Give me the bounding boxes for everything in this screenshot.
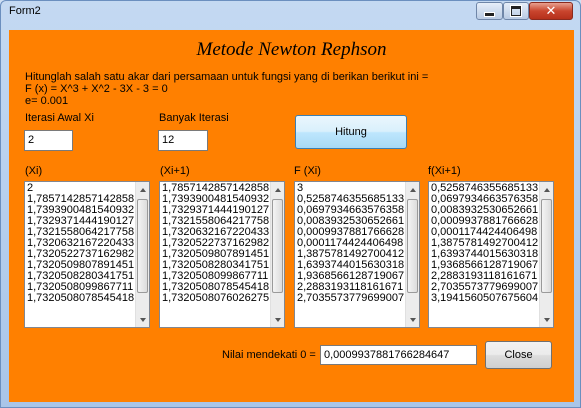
list-item[interactable]: 1,7320509807891451 <box>27 260 135 271</box>
problem-statement-line-1: Hitunglah salah satu akar dari persamaan… <box>25 71 429 83</box>
xi-plus-1-listbox[interactable]: 1,7857142857142858 1,7393900481540932 1,73… <box>159 181 285 328</box>
xi-plus-1-column-header: (Xi+1) <box>160 165 190 177</box>
banyak-iterasi-input[interactable]: 12 <box>158 130 208 151</box>
xi-plus-1-scrollbar[interactable] <box>270 182 284 327</box>
list-item[interactable]: 1,7320508280341751 <box>162 260 270 271</box>
f-xi-column-header: F (Xi) <box>294 165 321 177</box>
scroll-thumb[interactable] <box>137 199 148 293</box>
iterasi-awal-input[interactable]: 2 <box>24 130 73 151</box>
list-item[interactable]: 1,7320508280341751 <box>27 271 135 282</box>
list-item[interactable]: 1,7321558064217758 <box>162 216 270 227</box>
window-title: Form2 <box>9 5 41 17</box>
form-heading: Metode Newton Rephson <box>196 39 387 60</box>
list-item[interactable]: 0,5258746355685133 <box>297 194 405 205</box>
xi-column-header: (Xi) <box>25 165 43 177</box>
list-item[interactable]: 2,2883193118161671 <box>431 271 539 282</box>
title-bar[interactable]: Form2 ✕ <box>1 1 580 23</box>
list-item[interactable]: 1,7393900481540932 <box>27 205 135 216</box>
scroll-thumb[interactable] <box>407 199 418 293</box>
xi-listbox[interactable]: 2 1,7857142857142858 1,7393900481540932 1,7… <box>24 181 150 328</box>
result-label: Nilai mendekati 0 = <box>222 349 316 361</box>
list-item[interactable]: 0,0083932530652661 <box>431 205 539 216</box>
list-item[interactable]: 1,7857142857142858 <box>27 194 135 205</box>
xi-list-items: 2 1,7857142857142858 1,7393900481540932 1,7… <box>27 183 135 304</box>
scroll-down-icon[interactable] <box>540 312 553 327</box>
list-item[interactable]: 1,7320508078545418 <box>27 293 135 304</box>
list-item[interactable]: 2 <box>27 183 135 194</box>
list-item[interactable]: 2,7035573779699007 <box>431 282 539 293</box>
list-item[interactable]: 0,0001174424406498 <box>297 238 405 249</box>
list-item[interactable]: 1,7320522737162982 <box>27 249 135 260</box>
minimize-button[interactable] <box>476 2 503 20</box>
list-item[interactable]: 1,6393744015630318 <box>431 249 539 260</box>
list-item[interactable]: 1,7321558064217758 <box>27 227 135 238</box>
list-item[interactable]: 1,3875781492700412 <box>431 238 539 249</box>
banyak-iterasi-label: Banyak Iterasi <box>159 112 229 124</box>
list-item[interactable]: 1,6393744015630318 <box>297 260 405 271</box>
list-item[interactable]: 0,0697934663576358 <box>431 194 539 205</box>
result-output[interactable]: 0,0009937881766284647 <box>320 345 477 365</box>
list-item[interactable]: 1,3875781492700412 <box>297 249 405 260</box>
scroll-down-icon[interactable] <box>136 312 149 327</box>
maximize-button[interactable] <box>503 2 529 20</box>
f-xi-scrollbar[interactable] <box>405 182 419 327</box>
function-equation: F (x) = X^3 + X^2 - 3X - 3 = 0 <box>25 83 168 95</box>
scroll-up-icon[interactable] <box>540 182 553 197</box>
scroll-down-icon[interactable] <box>271 312 284 327</box>
scroll-thumb[interactable] <box>272 199 283 293</box>
f-xi-list-items: 3 0,5258746355685133 0,0697934663576358 0,0… <box>297 183 405 304</box>
list-item[interactable]: 3 <box>297 183 405 194</box>
list-item[interactable]: 0,0009937881766628 <box>431 216 539 227</box>
list-item[interactable]: 0,5258746355685133 <box>431 183 539 194</box>
scroll-up-icon[interactable] <box>406 182 419 197</box>
scroll-up-icon[interactable] <box>271 182 284 197</box>
f-xi-plus-1-column-header: f(Xi+1) <box>428 165 461 177</box>
hitung-button[interactable]: Hitung <box>295 115 407 149</box>
maximize-icon <box>511 6 521 16</box>
close-button[interactable]: Close <box>485 341 552 369</box>
f-xi-plus-1-list-items: 0,5258746355685133 0,0697934663576358 0,00… <box>431 183 539 304</box>
list-item[interactable]: 1,7320508099867711 <box>162 271 270 282</box>
list-item[interactable]: 1,7320522737162982 <box>162 238 270 249</box>
list-item[interactable]: 1,7320508076026275 <box>162 293 270 304</box>
list-item[interactable]: 0,0697934663576358 <box>297 205 405 216</box>
minimize-icon <box>484 11 495 17</box>
list-item[interactable]: 0,0083932530652661 <box>297 216 405 227</box>
list-item[interactable]: 1,7320508099867711 <box>27 282 135 293</box>
window-close-button[interactable]: ✕ <box>529 2 573 20</box>
list-item[interactable]: 1,7320632167220433 <box>162 227 270 238</box>
iterasi-awal-label: Iterasi Awal Xi <box>25 112 94 124</box>
xi-scrollbar[interactable] <box>135 182 149 327</box>
list-item[interactable]: 1,9368566128719067 <box>297 271 405 282</box>
list-item[interactable]: 1,7329371444190127 <box>27 216 135 227</box>
f-xi-plus-1-listbox[interactable]: 0,5258746355685133 0,0697934663576358 0,00… <box>428 181 554 328</box>
list-item[interactable]: 2,2883193118161671 <box>297 282 405 293</box>
list-item[interactable]: 1,7329371444190127 <box>162 205 270 216</box>
scroll-up-icon[interactable] <box>136 182 149 197</box>
list-item[interactable]: 1,9368566128719067 <box>431 260 539 271</box>
form-client-area: Metode Newton Rephson Hitunglah salah sa… <box>9 30 574 402</box>
list-item[interactable]: 3,1941560507675604 <box>431 293 539 304</box>
xi-plus-1-list-items: 1,7857142857142858 1,7393900481540932 1,73… <box>162 183 270 304</box>
list-item[interactable]: 2,7035573779699007 <box>297 293 405 304</box>
epsilon-value: e= 0.001 <box>25 95 69 107</box>
list-item[interactable]: 1,7857142857142858 <box>162 183 270 194</box>
f-xi-listbox[interactable]: 3 0,5258746355685133 0,0697934663576358 0,0… <box>294 181 420 328</box>
f-xi-plus-1-scrollbar[interactable] <box>539 182 553 327</box>
scroll-down-icon[interactable] <box>406 312 419 327</box>
form2-window: Form2 ✕ Metode Newton Rephson Hitunglah … <box>0 0 581 408</box>
list-item[interactable]: 0,0009937881766628 <box>297 227 405 238</box>
list-item[interactable]: 1,7320509807891451 <box>162 249 270 260</box>
close-icon: ✕ <box>545 3 557 19</box>
list-item[interactable]: 1,7320508078545418 <box>162 282 270 293</box>
scroll-thumb[interactable] <box>541 199 552 293</box>
list-item[interactable]: 1,7320632167220433 <box>27 238 135 249</box>
list-item[interactable]: 1,7393900481540932 <box>162 194 270 205</box>
list-item[interactable]: 0,0001174424406498 <box>431 227 539 238</box>
